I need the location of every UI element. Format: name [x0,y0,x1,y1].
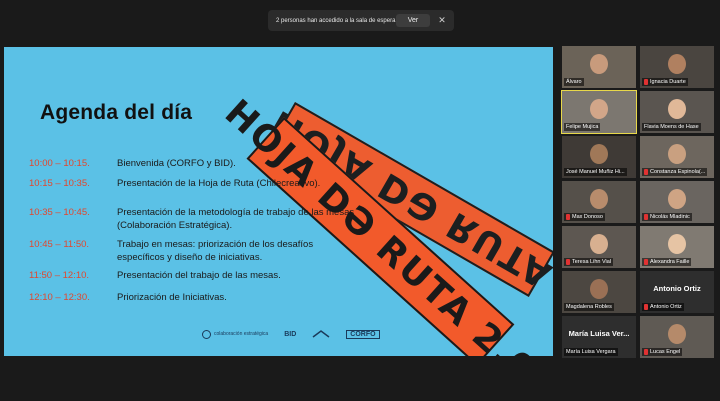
participant-name: Flavia Moens de Hase [644,124,699,130]
agenda-time: 10:35 – 10:45. [29,207,90,218]
participant-name: Alexandra Faille [650,259,690,265]
chilecreativo-logo-icon [312,330,330,338]
participant-tile[interactable]: Alexandra Faille [640,226,714,268]
participant-tile[interactable]: Ignacia Duarte [640,46,714,88]
agenda-row: 10:35 – 10:45. Presentación de la metodo… [4,207,553,243]
participant-tile[interactable]: Magdalena Robles [562,271,636,313]
participant-name-label: Alexandra Faille [642,258,692,266]
participant-face [668,234,686,254]
slide-title: Agenda del día [40,101,193,124]
muted-mic-icon [644,169,648,175]
participant-name-label: José Manuel Muñiz Hi... [564,168,627,176]
participant-face [668,324,686,344]
bid-logo: BID [284,330,297,338]
participant-name-label: Álvaro [564,78,584,86]
participant-name: Constanza Espinola(... [650,169,706,175]
participant-tile[interactable]: Flavia Moens de Hase [640,91,714,133]
participant-tile[interactable]: Felipe Mujica [561,90,637,134]
colab-logo-icon [202,329,211,339]
participant-name: María Luisa Vergara [566,349,616,355]
participant-face [668,189,686,209]
participant-name: Teresa Lihn Vial [572,259,612,265]
waiting-room-notification: 2 personas han accedido a la sala de esp… [268,10,454,31]
participant-tile[interactable]: Teresa Lihn Vial [562,226,636,268]
agenda-time: 10:00 – 10:15. [29,158,90,169]
participant-name-label: Ignacia Duarte [642,78,688,86]
participant-face [590,279,608,299]
muted-mic-icon [644,79,648,85]
participant-tile[interactable]: Lucas Engel [640,316,714,358]
participant-tile[interactable]: Max Donoso [562,181,636,223]
participant-name-label: Antonio Ortiz [642,303,684,311]
agenda-row: 12:10 – 12:30. Priorización de Iniciativ… [4,292,553,328]
participant-face [590,189,608,209]
participant-name-label: Felipe Mujica [564,123,601,131]
participant-name-label: María Luisa Vergara [564,348,618,356]
agenda-description: Priorización de Iniciativas. [117,292,227,303]
shared-slide: HOJA DƏ RUTA HOJA DƏ RUTA 2.0 Agenda del… [4,47,553,356]
agenda-description: Bienvenida (CORFO y BID). [117,158,236,169]
participant-face [590,144,608,164]
participant-tile[interactable]: Constanza Espinola(... [640,136,714,178]
participant-name-label: Flavia Moens de Hase [642,123,701,131]
participant-face [590,234,608,254]
agenda-description: Trabajo en mesas: priorización de los de… [117,239,314,263]
participant-display-name: María Luisa Ver... [568,329,630,338]
participant-tile[interactable]: Nicolás Mladinic [640,181,714,223]
close-icon[interactable]: ✕ [436,14,448,27]
participant-name-label: Nicolás Mladinic [642,213,692,221]
participant-face [668,99,686,119]
participant-name: Magdalena Robles [566,304,612,310]
muted-mic-icon [566,214,570,220]
participant-display-name: Antonio Ortiz [653,284,701,293]
participant-name: Ignacia Duarte [650,79,686,85]
participant-name: Lucas Engel [650,349,681,355]
participant-tile[interactable]: José Manuel Muñiz Hi... [562,136,636,178]
muted-mic-icon [644,304,648,310]
participant-name-label: Constanza Espinola(... [642,168,708,176]
participant-name: Álvaro [566,79,582,85]
participant-face [590,99,608,119]
sponsor-logos: colaboración estratégica BID CORFO [202,329,380,339]
participant-tile[interactable]: Álvaro [562,46,636,88]
agenda-description: Presentación de la metodología de trabaj… [117,207,355,231]
participant-tile[interactable]: María Luisa Ver... María Luisa Vergara [562,316,636,358]
muted-mic-icon [566,259,570,265]
agenda-description: Presentación de la Hoja de Ruta (Chilecr… [117,178,321,189]
participant-name: José Manuel Muñiz Hi... [566,169,625,175]
participant-name-label: Teresa Lihn Vial [564,258,614,266]
muted-mic-icon [644,259,648,265]
muted-mic-icon [644,214,648,220]
agenda-time: 10:45 – 11:50. [29,239,90,250]
notification-text: 2 personas han accedido a la sala de esp… [276,17,396,24]
participant-tile[interactable]: Antonio Ortiz Antonio Ortiz [640,271,714,313]
participant-name-label: Max Donoso [564,213,605,221]
participant-name: Max Donoso [572,214,603,220]
agenda-time: 11:50 – 12:10. [29,270,90,281]
agenda-time: 12:10 – 12:30. [29,292,90,303]
colab-logo-text: colaboración estratégica [214,331,269,337]
colab-logo: colaboración estratégica [202,329,269,339]
participant-name: Nicolás Mladinic [650,214,690,220]
participant-face [668,54,686,74]
view-waiting-room-button[interactable]: Ver [396,14,430,27]
participant-name-label: Magdalena Robles [564,303,614,311]
participant-face [668,144,686,164]
participant-name: Antonio Ortiz [650,304,682,310]
muted-mic-icon [644,349,648,355]
corfo-logo: CORFO [346,329,380,339]
agenda-time: 10:15 – 10:35. [29,178,90,189]
participant-name: Felipe Mujica [566,124,599,130]
participant-name-label: Lucas Engel [642,348,683,356]
participant-face [590,54,608,74]
agenda-description: Presentación del trabajo de las mesas. [117,270,281,281]
